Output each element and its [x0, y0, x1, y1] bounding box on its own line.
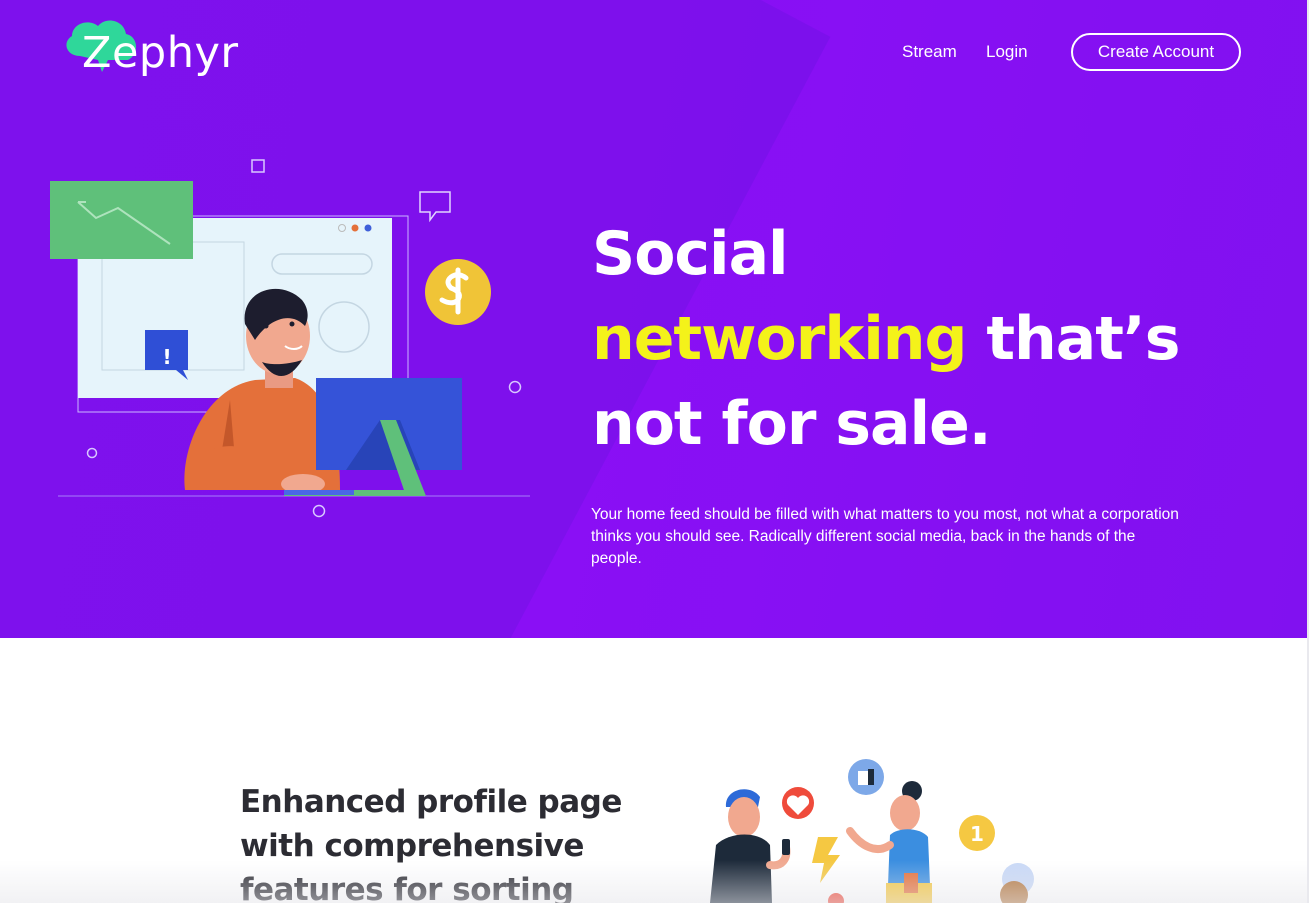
feature-illustration: 1 — [710, 759, 1034, 903]
man-illustration — [710, 789, 791, 903]
dollar-coin-icon — [425, 259, 491, 325]
bottom-fade — [0, 860, 1307, 903]
feature-title: Enhanced profile page with comprehensive… — [240, 784, 622, 903]
woman-illustration — [846, 781, 932, 903]
nav-link-stream[interactable]: Stream — [902, 42, 957, 62]
hero-headline: Social networking that’s not for sale. — [592, 212, 1252, 467]
logo-wordmark: Zephyr — [82, 28, 239, 78]
headline-highlight: networking — [592, 304, 967, 374]
heart-icon — [782, 787, 814, 819]
notification-badge: 1 — [970, 822, 984, 846]
hero-description: Your home feed should be filled with wha… — [591, 506, 1179, 567]
thumbs-up-icon — [848, 759, 884, 795]
alert-badge-icon: ! — [162, 345, 171, 369]
hero-illustration: ! — [50, 159, 530, 518]
headline-line-social: Social — [592, 219, 789, 289]
chat-bubble-icon — [419, 191, 451, 223]
create-account-button[interactable]: Create Account — [1071, 33, 1241, 71]
lightning-icon — [812, 837, 840, 883]
nav-link-login[interactable]: Login — [986, 42, 1028, 62]
hero-section: Zephyr Stream Login Create Account ! Soc… — [0, 0, 1307, 638]
